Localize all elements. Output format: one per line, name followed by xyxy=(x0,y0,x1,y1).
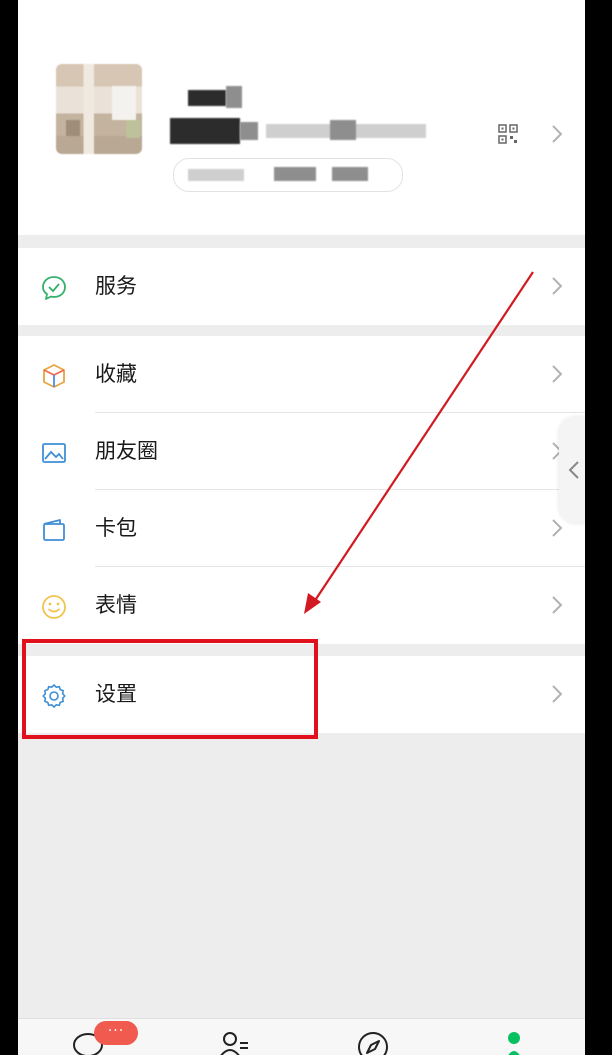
service-group: 服务 xyxy=(18,248,585,325)
chevron-right-icon xyxy=(551,518,563,538)
menu-item-label: 朋友圈 xyxy=(95,439,158,463)
service-check-icon xyxy=(40,274,68,302)
avatar[interactable] xyxy=(56,64,142,154)
smiley-icon xyxy=(40,593,68,621)
blurred-nickname xyxy=(226,86,242,108)
profile-header[interactable] xyxy=(18,0,585,235)
tab-discover[interactable] xyxy=(355,1029,391,1055)
blurred-account-id xyxy=(330,120,356,140)
avatar-pixel xyxy=(66,120,80,136)
chevron-right-icon xyxy=(551,595,563,615)
tab-me[interactable] xyxy=(496,1029,532,1055)
blurred-status xyxy=(188,169,244,181)
tab-contacts[interactable] xyxy=(216,1029,252,1055)
wallet-icon xyxy=(40,516,68,544)
avatar-pixel xyxy=(112,86,136,120)
menu-item-service[interactable]: 服务 xyxy=(18,248,585,325)
qr-code-icon[interactable] xyxy=(498,124,518,144)
chevron-right-icon xyxy=(551,364,563,384)
chevron-right-icon xyxy=(551,684,563,704)
contacts-icon xyxy=(220,1032,248,1055)
menu-item-label: 服务 xyxy=(95,274,137,298)
blurred-account-id xyxy=(170,118,240,144)
menu-item-label: 卡包 xyxy=(95,516,137,540)
blurred-status xyxy=(274,167,316,181)
avatar-pixel xyxy=(126,120,140,138)
chevron-left-icon xyxy=(568,461,579,479)
menu-item-cards[interactable]: 卡包 xyxy=(18,490,585,567)
compass-icon xyxy=(358,1032,388,1055)
annotation-highlight-box xyxy=(22,639,318,739)
blurred-nickname xyxy=(188,90,226,106)
image-icon xyxy=(40,439,68,467)
menu-item-favorites[interactable]: 收藏 xyxy=(18,336,585,413)
floating-side-handle[interactable] xyxy=(559,416,585,524)
menu-item-label: 收藏 xyxy=(95,362,137,386)
menu-item-moments[interactable]: 朋友圈 xyxy=(18,413,585,490)
blurred-account-id xyxy=(240,122,258,140)
menu-item-stickers[interactable]: 表情 xyxy=(18,567,585,644)
person-icon xyxy=(508,1032,520,1055)
chevron-right-icon xyxy=(551,124,563,144)
chats-unread-badge: ··· xyxy=(94,1021,138,1045)
blurred-status xyxy=(332,167,368,181)
cube-icon xyxy=(40,362,68,390)
main-group: 收藏 朋友圈 卡包 表情 xyxy=(18,336,585,644)
wechat-me-screen: 服务 收藏 朋友圈 卡包 表情 设置 ··· xyxy=(18,0,585,1055)
menu-item-label: 表情 xyxy=(95,593,137,617)
chevron-right-icon xyxy=(551,276,563,296)
status-pill[interactable] xyxy=(173,158,403,192)
